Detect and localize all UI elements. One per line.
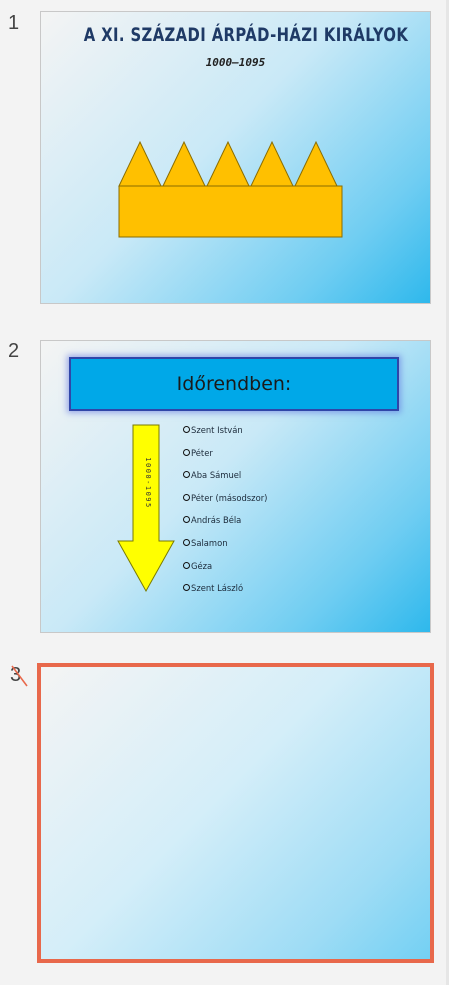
slide-thumbnail-3[interactable] <box>37 663 434 963</box>
list-item: Szent István <box>183 425 267 448</box>
bullet-circle-icon <box>183 493 190 501</box>
bullet-circle-icon <box>183 448 190 456</box>
bullet-circle-icon <box>183 584 190 592</box>
bullet-circle-icon <box>183 561 190 569</box>
list-item: Aba Sámuel <box>183 470 267 493</box>
slide-number-1: 1 <box>8 12 20 34</box>
bullet-circle-icon <box>183 426 190 433</box>
slide-thumbnail-2[interactable]: Időrendben: 1000-1095 Szent István Péter… <box>40 340 431 633</box>
slide-2-header-text: Időrendben: <box>176 373 292 395</box>
bullet-circle-icon <box>183 538 190 546</box>
slide-2-list: Szent István Péter Aba Sámuel Péter (más… <box>183 425 267 606</box>
list-item: Salamon <box>183 538 267 561</box>
slide-number-3: 3 <box>10 664 28 687</box>
slide-2-header-box: Időrendben: <box>69 357 399 411</box>
down-arrow-shape: 1000-1095 <box>117 424 175 593</box>
bullet-circle-icon <box>183 516 190 524</box>
arrow-label: 1000-1095 <box>144 457 152 508</box>
slide-1-title: A XI. SZÁZADI ÁRPÁD-HÁZI KIRÁLYOK <box>83 24 409 46</box>
slide-1-subtitle: 1000–1095 <box>205 56 266 69</box>
list-item: Péter (másodszor) <box>183 493 267 516</box>
slide-thumbnail-pane[interactable]: 1 A XI. SZÁZADI ÁRPÁD-HÁZI KIRÁLYOK 1000… <box>0 0 446 985</box>
slide-hidden-mark-icon <box>11 665 28 687</box>
slide-thumbnail-1[interactable]: A XI. SZÁZADI ÁRPÁD-HÁZI KIRÁLYOK 1000–1… <box>40 11 431 304</box>
slide-number-2: 2 <box>8 340 20 362</box>
crown-shape <box>118 140 343 238</box>
list-item: Szent László <box>183 583 267 606</box>
bullet-circle-icon <box>183 471 190 479</box>
list-item: Péter <box>183 448 267 471</box>
list-item: Géza <box>183 561 267 584</box>
list-item: András Béla <box>183 515 267 538</box>
